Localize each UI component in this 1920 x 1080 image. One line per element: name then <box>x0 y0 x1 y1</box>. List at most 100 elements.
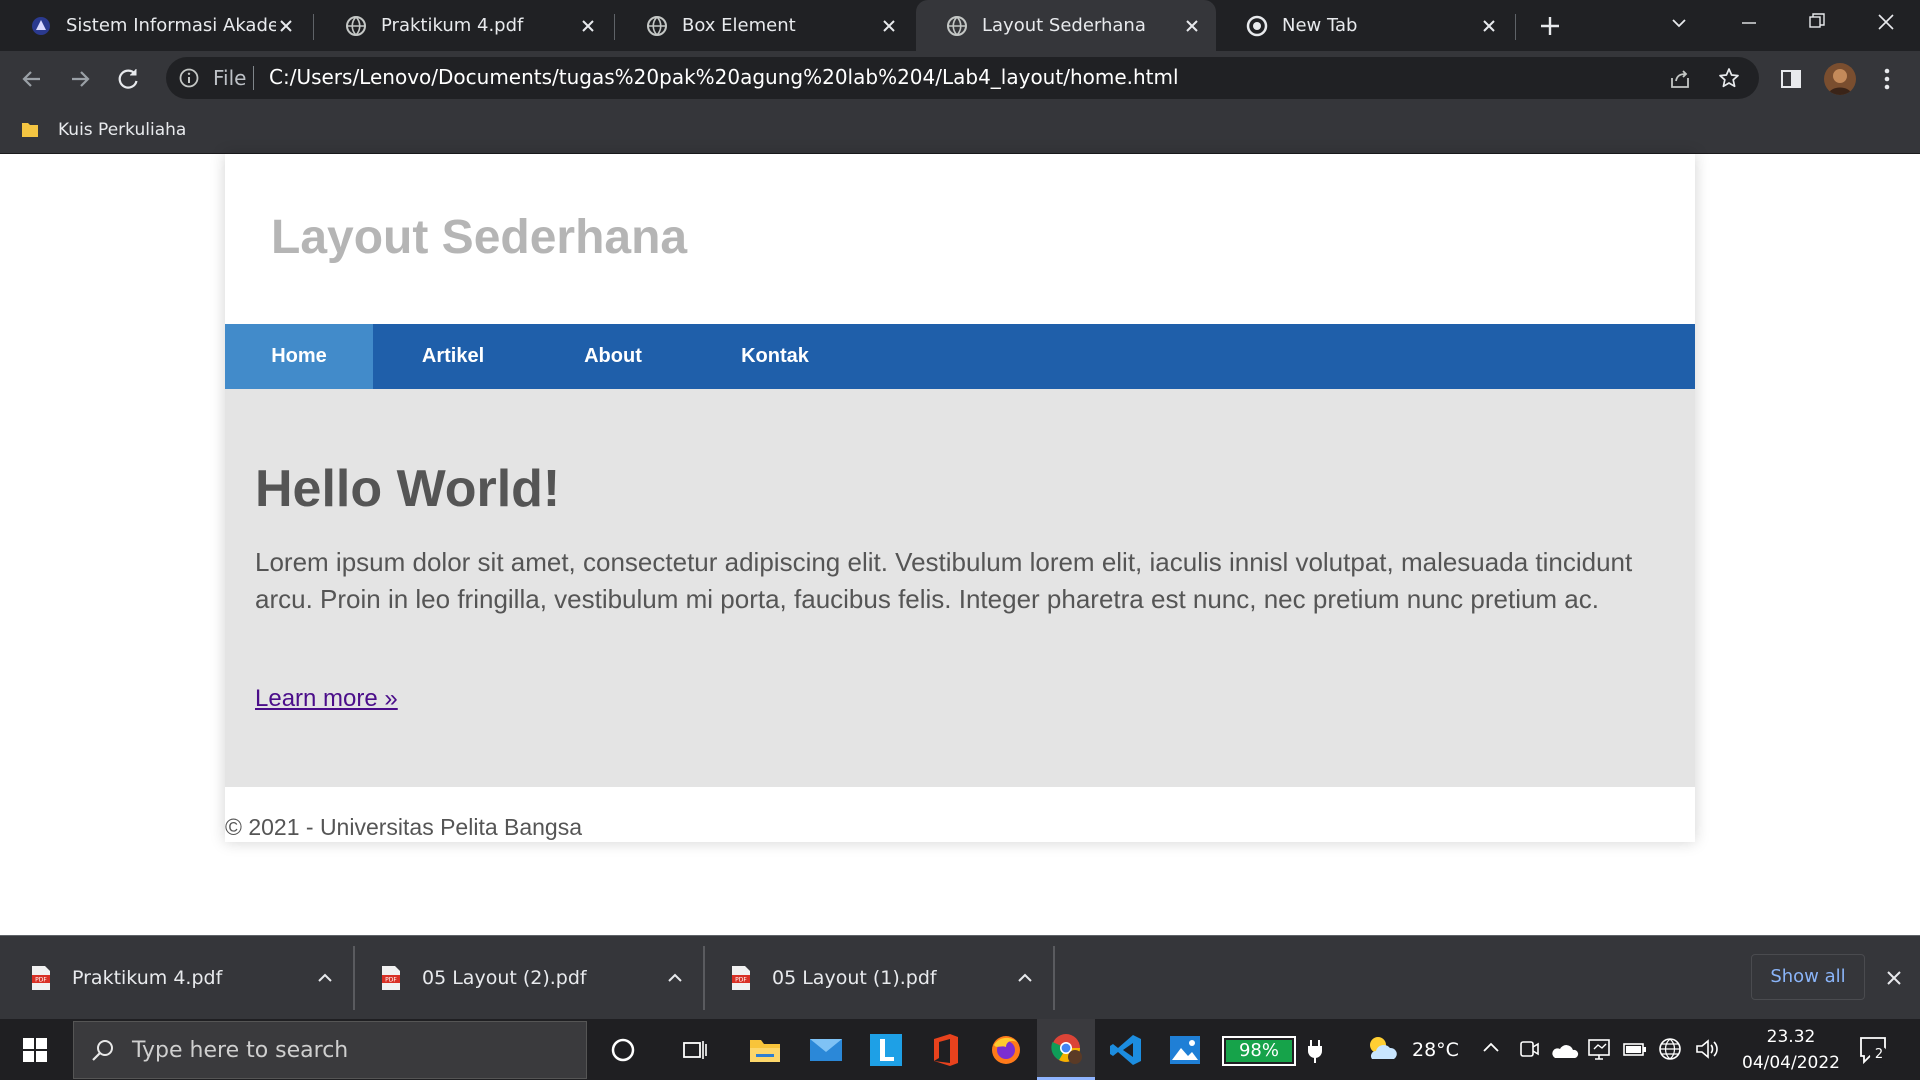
windows-start-icon[interactable] <box>12 1027 58 1073</box>
nav-item-artikel[interactable]: Artikel <box>373 324 533 389</box>
windows-taskbar: Type here to search 98% 28°C 23.32 04/04… <box>0 1019 1920 1080</box>
share-icon[interactable] <box>1668 67 1692 91</box>
download-item[interactable]: PDF 05 Layout (1).pdf <box>730 936 1035 1020</box>
site-container: Layout Sederhana Home Artikel About Kont… <box>225 154 1695 842</box>
weather-partly-cloudy-icon[interactable] <box>1364 1033 1400 1065</box>
pdf-file-icon: PDF <box>730 965 752 991</box>
download-separator <box>1053 946 1055 1010</box>
display-settings-icon[interactable] <box>1587 1037 1613 1061</box>
nav-item-kontak[interactable]: Kontak <box>693 324 857 389</box>
side-panel-icon[interactable] <box>1779 67 1803 91</box>
download-shelf: PDF Praktikum 4.pdf PDF 05 Layout (2).pd… <box>0 935 1920 1019</box>
learn-more-link[interactable]: Learn more » <box>255 685 398 713</box>
site-info-icon[interactable] <box>178 67 200 89</box>
profile-avatar[interactable] <box>1824 63 1856 95</box>
back-arrow-icon[interactable] <box>18 65 46 93</box>
show-hidden-icons-chevron-up-icon[interactable] <box>1481 1038 1501 1058</box>
tab-praktikum[interactable]: Praktikum 4.pdf <box>315 0 612 51</box>
office-icon[interactable] <box>923 1027 969 1073</box>
close-tab-icon[interactable] <box>276 16 296 36</box>
download-item[interactable]: PDF 05 Layout (2).pdf <box>380 936 685 1020</box>
download-menu-chevron-up-icon[interactable] <box>1015 968 1035 988</box>
hero-title: Hello World! <box>255 460 561 518</box>
url-text[interactable]: C:/Users/Lenovo/Documents/tugas%20pak%20… <box>269 65 1179 89</box>
close-window-icon[interactable] <box>1874 10 1898 34</box>
browser-menu-kebab-icon[interactable] <box>1876 66 1898 92</box>
address-divider <box>253 66 254 90</box>
tab-new-tab[interactable]: New Tab <box>1216 0 1513 51</box>
tab-separator <box>1515 14 1516 40</box>
close-tab-icon[interactable] <box>879 16 899 36</box>
mail-icon[interactable] <box>803 1027 849 1073</box>
vscode-icon[interactable] <box>1103 1027 1149 1073</box>
taskbar-clock-time[interactable]: 23.32 <box>1761 1027 1821 1047</box>
tab-search-chevron-down-icon[interactable] <box>1668 12 1690 34</box>
bookmarks-bar: Kuis Perkuliaha <box>0 107 1920 154</box>
file-explorer-icon[interactable] <box>742 1027 788 1073</box>
nav-item-home[interactable]: Home <box>225 324 373 389</box>
download-filename: 05 Layout (2).pdf <box>422 967 587 989</box>
power-battery-icon[interactable] <box>1622 1039 1648 1059</box>
globe-icon <box>946 15 968 37</box>
task-view-icon[interactable] <box>672 1027 718 1073</box>
svg-text:PDF: PDF <box>35 977 47 984</box>
download-menu-chevron-up-icon[interactable] <box>665 968 685 988</box>
globe-icon <box>345 15 367 37</box>
battery-indicator[interactable]: 98% <box>1222 1036 1296 1066</box>
download-filename: 05 Layout (1).pdf <box>772 967 937 989</box>
action-center-notification-icon[interactable]: 2 <box>1858 1035 1888 1065</box>
close-tab-icon[interactable] <box>1479 16 1499 36</box>
firefox-icon[interactable] <box>983 1027 1029 1073</box>
tab-title: New Tab <box>1282 15 1358 36</box>
bookmark-star-icon[interactable] <box>1717 66 1741 90</box>
pdf-file-icon: PDF <box>380 965 402 991</box>
address-bar[interactable]: File C:/Users/Lenovo/Documents/tugas%20p… <box>166 57 1759 99</box>
globe-icon <box>646 15 668 37</box>
tab-sistem-informasi[interactable]: Sistem Informasi Akademik <box>0 0 310 51</box>
forward-arrow-icon[interactable] <box>66 65 94 93</box>
tab-layout-sederhana[interactable]: Layout Sederhana <box>916 0 1216 51</box>
onedrive-cloud-icon[interactable] <box>1551 1040 1579 1060</box>
reload-icon[interactable] <box>114 65 142 93</box>
volume-speaker-icon[interactable] <box>1694 1037 1720 1061</box>
meet-now-icon[interactable] <box>1518 1037 1540 1061</box>
tab-strip: Sistem Informasi Akademik Praktikum 4.pd… <box>0 0 1920 51</box>
minimize-icon[interactable] <box>1738 12 1760 34</box>
download-menu-chevron-up-icon[interactable] <box>315 968 335 988</box>
new-tab-plus-icon[interactable] <box>1537 13 1563 39</box>
bookmark-label: Kuis Perkuliaha <box>58 120 187 140</box>
site-header: Layout Sederhana <box>225 154 1695 324</box>
taskbar-search-box[interactable]: Type here to search <box>73 1021 587 1079</box>
notification-count-badge: 2 <box>1870 1046 1888 1064</box>
tab-title: Praktikum 4.pdf <box>381 15 524 36</box>
tab-title: Box Element <box>682 15 796 36</box>
battery-percent: 98% <box>1238 1040 1279 1061</box>
folder-icon <box>20 120 40 140</box>
hero-paragraph: Lorem ipsum dolor sit amet, consectetur … <box>255 547 1633 614</box>
search-icon <box>90 1037 116 1063</box>
download-item[interactable]: PDF Praktikum 4.pdf <box>30 936 335 1020</box>
l-app-icon[interactable] <box>863 1027 909 1073</box>
cortana-icon[interactable] <box>600 1027 646 1073</box>
nav-item-about[interactable]: About <box>533 324 693 389</box>
photos-icon[interactable] <box>1162 1027 1208 1073</box>
network-globe-icon[interactable] <box>1657 1036 1683 1062</box>
tab-box-element[interactable]: Box Element <box>616 0 913 51</box>
tab-title: Sistem Informasi Akademik <box>66 15 276 36</box>
tab-separator <box>614 14 615 40</box>
weather-temperature[interactable]: 28°C <box>1412 1039 1459 1061</box>
taskbar-clock-date[interactable]: 04/04/2022 <box>1735 1053 1847 1073</box>
charging-plug-icon <box>1306 1039 1324 1063</box>
pdf-file-icon: PDF <box>30 965 52 991</box>
web-page-viewport: Layout Sederhana Home Artikel About Kont… <box>0 154 1920 935</box>
close-tab-icon[interactable] <box>578 16 598 36</box>
close-tab-icon[interactable] <box>1182 16 1202 36</box>
site-nav: Home Artikel About Kontak <box>225 324 1695 389</box>
tab-title: Layout Sederhana <box>982 15 1146 36</box>
svg-text:PDF: PDF <box>735 977 747 984</box>
chrome-taskbar-button[interactable] <box>1037 1019 1095 1080</box>
close-shelf-icon[interactable] <box>1883 967 1905 989</box>
show-all-downloads-button[interactable]: Show all <box>1751 954 1865 1000</box>
bookmark-kuis-perkuliahan[interactable]: Kuis Perkuliaha <box>20 115 186 145</box>
restore-icon[interactable] <box>1806 10 1828 32</box>
